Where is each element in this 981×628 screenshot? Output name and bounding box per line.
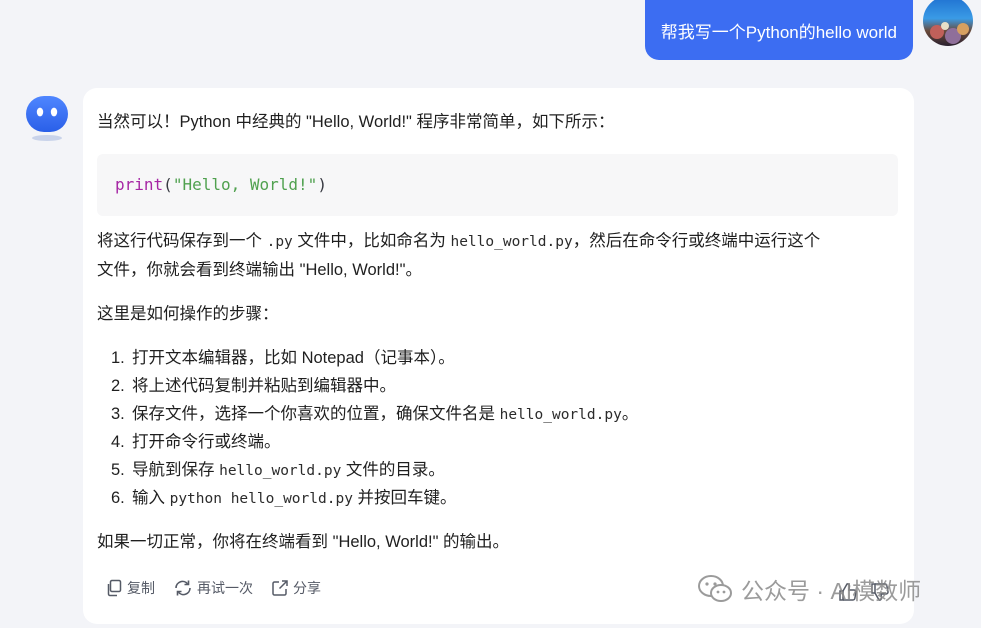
step-number: 4. bbox=[111, 433, 125, 451]
inline-code-filename: hello_world.py bbox=[219, 463, 342, 479]
save-text-part: ，然后在命令行或终端中运行这个 bbox=[572, 232, 821, 250]
inline-code-filename: hello_world.py bbox=[450, 234, 573, 250]
step-text: 保存文件，选择一个你喜欢的位置，确保文件名是 bbox=[132, 405, 500, 423]
save-instructions: 将这行代码保存到一个 .py 文件中，比如命名为 hello_world.py，… bbox=[97, 227, 898, 284]
list-item: 3. 保存文件，选择一个你喜欢的位置，确保文件名是 hello_world.py。 bbox=[111, 400, 898, 428]
step-number: 6. bbox=[111, 489, 125, 507]
steps-title: 这里是如何操作的步骤： bbox=[97, 305, 279, 323]
step-text: 输入 bbox=[132, 489, 170, 507]
step-number: 5. bbox=[111, 461, 125, 479]
bot-avatar bbox=[24, 92, 70, 142]
inline-code-command: python hello_world.py bbox=[169, 491, 353, 507]
step-text: 打开命令行或终端。 bbox=[132, 433, 281, 451]
retry-button[interactable]: 再试一次 bbox=[173, 574, 253, 602]
step-number: 3. bbox=[111, 405, 125, 423]
refresh-icon bbox=[175, 580, 191, 596]
code-close-paren: ) bbox=[317, 175, 327, 194]
code-block: print("Hello, World!") bbox=[97, 154, 898, 216]
step-text: 打开文本编辑器，比如 Notepad（记事本）。 bbox=[132, 349, 455, 367]
list-item: 2. 将上述代码复制并粘贴到编辑器中。 bbox=[111, 372, 898, 400]
wechat-icon bbox=[698, 575, 732, 602]
chat-page: 帮我写一个Python的hello world 当然可以！Python 中经典的… bbox=[0, 0, 981, 628]
code-function: print bbox=[115, 175, 164, 194]
inline-code-filename: hello_world.py bbox=[499, 407, 622, 423]
list-item: 6. 输入 python hello_world.py 并按回车键。 bbox=[111, 484, 898, 512]
copy-button[interactable]: 复制 bbox=[105, 574, 155, 602]
avatar-image-icon bbox=[923, 0, 973, 46]
bot-intro-text: 当然可以！Python 中经典的 "Hello, World!" 程序非常简单，… bbox=[97, 113, 615, 131]
code-open-paren: ( bbox=[163, 175, 173, 194]
list-item: 5. 导航到保存 hello_world.py 文件的目录。 bbox=[111, 456, 898, 484]
watermark: 公众号 · AI模数师 bbox=[697, 572, 921, 606]
steps-list: 1. 打开文本编辑器，比如 Notepad（记事本）。 2. 将上述代码复制并粘贴到… bbox=[97, 344, 898, 512]
share-icon bbox=[272, 580, 288, 596]
bot-final-text: 如果一切正常，你将在终端看到 "Hello, World!" 的输出。 bbox=[97, 533, 510, 551]
watermark-text: 公众号 · AI模数师 bbox=[741, 578, 922, 604]
list-item: 1. 打开文本编辑器，比如 Notepad（记事本）。 bbox=[111, 344, 898, 372]
save-text-part: 文件，你就会看到终端输出 "Hello, World!"。 bbox=[97, 261, 422, 279]
step-text: 。 bbox=[621, 405, 639, 423]
user-message-bubble: 帮我写一个Python的hello world bbox=[644, 0, 913, 60]
step-text: 并按回车键。 bbox=[352, 489, 457, 507]
step-number: 1. bbox=[111, 349, 125, 367]
step-number: 2. bbox=[111, 377, 125, 395]
user-avatar[interactable] bbox=[923, 0, 973, 46]
step-text: 将上述代码复制并粘贴到编辑器中。 bbox=[132, 377, 396, 395]
step-text: 导航到保存 bbox=[132, 461, 220, 479]
message-actions: 复制 再试一次 分享 bbox=[105, 574, 321, 602]
inline-code-ext: .py bbox=[266, 234, 293, 250]
list-item: 4. 打开命令行或终端。 bbox=[111, 428, 898, 456]
share-button[interactable]: 分享 bbox=[271, 574, 321, 602]
step-text: 文件的目录。 bbox=[341, 461, 445, 479]
user-message-text: 帮我写一个Python的hello world bbox=[660, 22, 897, 42]
retry-label: 再试一次 bbox=[197, 580, 253, 596]
save-text-part: 文件中，比如命名为 bbox=[292, 232, 451, 250]
code-string: "Hello, World!" bbox=[172, 175, 318, 194]
robot-icon bbox=[26, 96, 68, 141]
copy-label: 复制 bbox=[127, 580, 155, 596]
share-label: 分享 bbox=[293, 580, 321, 596]
bot-message-card: 当然可以！Python 中经典的 "Hello, World!" 程序非常简单，… bbox=[83, 88, 914, 624]
save-text-part: 将这行代码保存到一个 bbox=[97, 232, 267, 250]
copy-icon bbox=[107, 579, 122, 597]
